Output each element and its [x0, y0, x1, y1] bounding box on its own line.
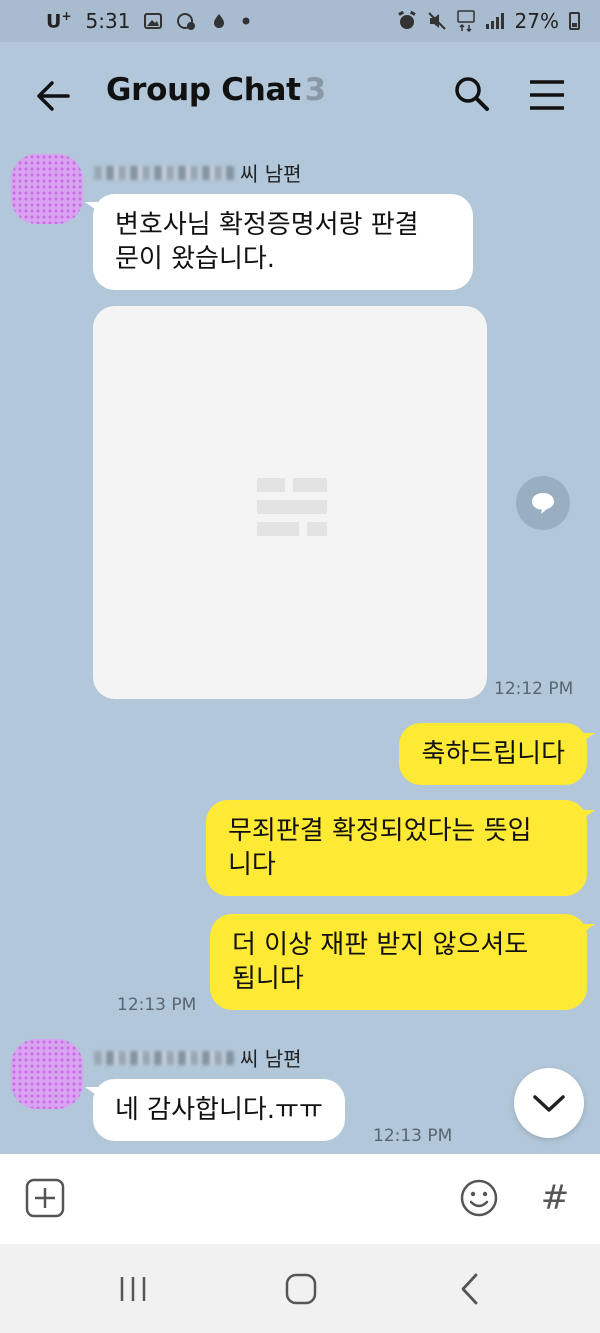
battery-percent: 27% [514, 9, 559, 33]
avatar[interactable] [11, 1039, 83, 1109]
message-bubble[interactable]: 네 감사합니다.ㅠㅠ [85, 1079, 345, 1141]
battery-icon [569, 12, 580, 30]
message-bubble[interactable]: 변호사님 확정증명서랑 판결 문이 왔습니다. [85, 194, 473, 290]
status-time: 5:31 [85, 9, 131, 33]
arrow-left-icon [37, 81, 70, 111]
my-message-bubble[interactable]: 축하드립니다 [399, 723, 595, 785]
search-icon [455, 77, 489, 111]
mute-icon [427, 11, 447, 31]
message-timestamp: 12:13 PM [117, 995, 197, 1015]
alarm-icon [397, 11, 417, 31]
sender-name: 씨 남편 [94, 158, 302, 187]
system-back-button[interactable] [458, 1272, 482, 1306]
message-timestamp: 12:13 PM [373, 1126, 453, 1146]
app-notification-icon [176, 11, 196, 31]
chevron-left-icon [461, 1273, 478, 1305]
page-title: Group Chat 3 [106, 72, 326, 108]
search-button[interactable] [452, 74, 492, 114]
chat-title: Group Chat [106, 72, 301, 108]
message-timestamp: 12:12 PM [494, 679, 574, 699]
message-input[interactable] [90, 1174, 430, 1224]
redacted-name [94, 1050, 234, 1065]
more-notifications-dot-icon [242, 17, 250, 25]
gallery-notification-icon [144, 12, 163, 30]
app-notification-icon-2 [210, 12, 228, 30]
emoji-button[interactable] [459, 1178, 499, 1218]
chat-message-list[interactable]: 씨 남편 변호사님 확정증명서랑 판결 문이 왔습니다. 12:12 PM 축하… [0, 146, 600, 1154]
my-message-bubble[interactable]: 더 이상 재판 받지 않으셔도 됩니다 [210, 914, 595, 1010]
image-placeholder-icon [257, 478, 327, 536]
recents-button[interactable] [118, 1274, 148, 1304]
chat-header: Group Chat 3 [0, 42, 600, 146]
speech-bubble-icon [532, 493, 554, 514]
menu-button[interactable] [528, 78, 566, 112]
chevron-down-icon [533, 1095, 565, 1112]
home-icon [285, 1273, 317, 1305]
hamburger-menu-icon [530, 80, 564, 110]
smiley-icon [460, 1179, 498, 1217]
my-message-bubble[interactable]: 무죄판결 확정되었다는 뜻입 니다 [206, 800, 595, 896]
back-button[interactable] [34, 76, 74, 116]
message-input-bar: # [0, 1154, 600, 1244]
system-navigation-bar [0, 1244, 600, 1333]
status-bar: U+ 5:31 27% [0, 0, 600, 42]
share-button[interactable] [516, 476, 570, 530]
add-attachment-button[interactable] [25, 1178, 65, 1218]
sender-name: 씨 남편 [94, 1043, 302, 1072]
redacted-name [94, 165, 234, 180]
home-button[interactable] [284, 1272, 318, 1306]
avatar[interactable] [11, 154, 83, 224]
image-attachment[interactable] [93, 306, 487, 699]
carrier-label: U+ [46, 9, 72, 33]
signal-icon [485, 12, 505, 30]
member-count: 3 [304, 72, 327, 108]
scroll-to-bottom-button[interactable] [514, 1068, 584, 1138]
plus-square-icon [25, 1178, 65, 1218]
5g-data-icon [456, 10, 475, 32]
recents-icon [120, 1277, 146, 1301]
hashtag-button[interactable]: # [537, 1174, 573, 1222]
